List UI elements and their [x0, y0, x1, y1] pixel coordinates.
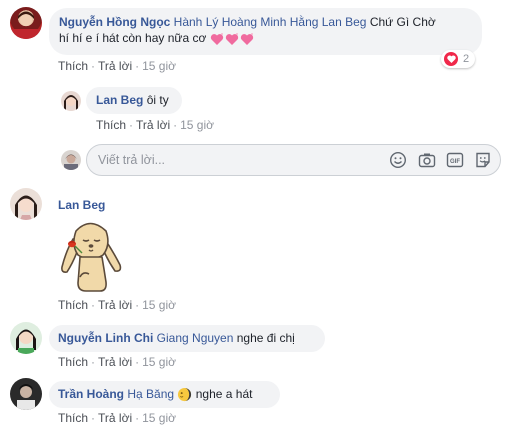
moon-face-emoji-icon	[177, 387, 195, 402]
comment-bubble: Trần Hoàng Hạ Băng nghe a hát	[49, 381, 280, 408]
avatar-image	[64, 154, 78, 170]
avatar-image	[17, 384, 35, 410]
puppy-sticker[interactable]	[56, 219, 128, 293]
camera-icon[interactable]	[418, 151, 436, 169]
comment-actions: Thích · Trả lời · 15 giờ	[58, 355, 176, 369]
comment-bubble: Nguyễn Hồng Ngọc Hành Lý Hoàng Minh Hằng…	[49, 8, 482, 55]
comment-actions: Thích · Trả lời · 15 giờ	[96, 118, 214, 132]
love-reaction-icon	[444, 52, 458, 66]
reply-link[interactable]: Trả lời	[98, 411, 132, 425]
timestamp[interactable]: 15 giờ	[142, 59, 176, 73]
avatar-image	[10, 11, 42, 39]
reaction-count-badge[interactable]: 2	[441, 50, 475, 68]
reply-placeholder: Viết trả lời...	[98, 153, 166, 167]
like-link[interactable]: Thích	[96, 118, 126, 132]
comment-text: nghe đi chị	[236, 331, 295, 345]
comment-actions: Thích · Trả lời · 15 giờ	[58, 298, 176, 312]
timestamp[interactable]: 15 giờ	[180, 118, 214, 132]
comment-text: ôi ty	[146, 93, 169, 107]
gif-icon[interactable]: GIF	[446, 151, 464, 169]
avatar-image	[15, 195, 37, 220]
comment-author[interactable]: Lan Beg	[96, 93, 143, 107]
reply-bubble: Lan Beg ôi ty	[86, 87, 182, 114]
avatar-tran-hoang[interactable]	[10, 378, 42, 410]
comment-author[interactable]: Nguyễn Linh Chi	[58, 331, 153, 345]
comment-text: Chứ Gì Chờ	[369, 15, 436, 29]
avatar-lan-beg[interactable]	[61, 91, 81, 111]
comment-author[interactable]: Trần Hoàng	[58, 387, 124, 401]
reply-link[interactable]: Trả lời	[98, 355, 132, 369]
like-link[interactable]: Thích	[58, 298, 88, 312]
comment-actions: Thích · Trả lời · 15 giờ	[58, 59, 176, 73]
timestamp[interactable]: 15 giờ	[142, 355, 176, 369]
reply-input[interactable]: Viết trả lời... GIF	[86, 144, 501, 176]
like-link[interactable]: Thích	[58, 355, 88, 369]
sticker-icon[interactable]	[474, 151, 492, 169]
timestamp[interactable]: 15 giờ	[142, 411, 176, 425]
smiley-icon[interactable]	[389, 151, 407, 169]
comment-author[interactable]: Nguyễn Hồng Ngọc	[59, 15, 170, 29]
reply-link[interactable]: Trả lời	[136, 118, 170, 132]
like-link[interactable]: Thích	[58, 59, 88, 73]
comment-mention[interactable]: Hạ Băng	[127, 387, 174, 401]
svg-text:GIF: GIF	[450, 159, 460, 165]
like-link[interactable]: Thích	[58, 411, 88, 425]
timestamp[interactable]: 15 giờ	[142, 298, 176, 312]
comment-text: hí hí e í hát còn hay nữa cơ	[59, 31, 207, 45]
avatar-lan-beg[interactable]	[10, 188, 42, 220]
current-user-avatar	[61, 150, 81, 170]
avatar-image	[16, 329, 36, 354]
comment-bubble: Nguyễn Linh Chi Giang Nguyen nghe đi chị	[49, 325, 325, 352]
avatar-nguyen-linh-chi[interactable]	[10, 322, 42, 354]
reaction-count: 2	[463, 53, 470, 65]
avatar-nguyen-hong-ngoc[interactable]	[10, 7, 42, 39]
avatar-image	[64, 95, 78, 111]
comment-actions: Thích · Trả lời · 15 giờ	[58, 411, 176, 425]
reply-link[interactable]: Trả lời	[98, 59, 132, 73]
comment-author[interactable]: Lan Beg	[58, 198, 105, 212]
comment-mention[interactable]: Giang Nguyen	[157, 331, 234, 345]
reply-link[interactable]: Trả lời	[98, 298, 132, 312]
sparkling-heart-emoji-icon	[210, 31, 256, 45]
comment-mention[interactable]: Hành Lý Hoàng Minh Hằng Lan Beg	[174, 15, 367, 29]
comment-text: nghe a hát	[195, 387, 253, 401]
